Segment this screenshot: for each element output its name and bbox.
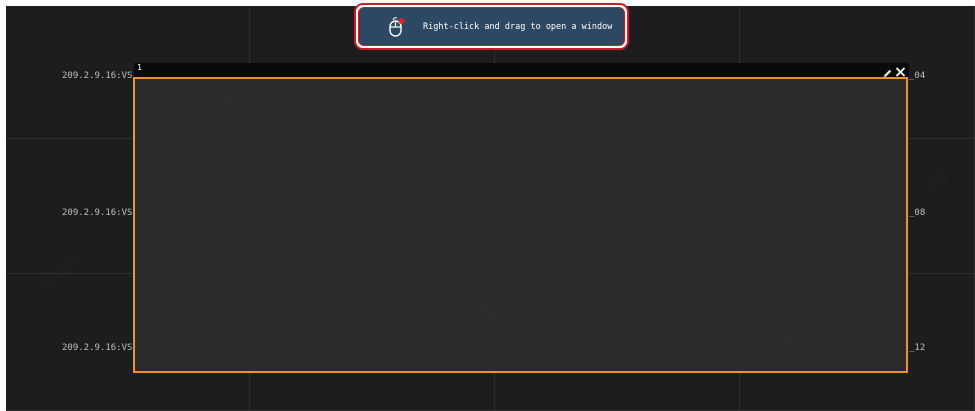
window-title-bar[interactable]: 1 (134, 63, 909, 78)
drag-hint-text: Right-click and drag to open a window (423, 21, 613, 32)
window-number: 1 (137, 63, 142, 72)
pencil-icon[interactable] (882, 64, 893, 78)
watermark: ░░░░░░░ (756, 327, 795, 363)
drag-hint-tooltip: Right-click and drag to open a window (354, 3, 629, 50)
watermark: ░░░░░░░ (696, 137, 735, 173)
drag-hint-body: Right-click and drag to open a window (358, 7, 625, 46)
mouse-right-click-icon (387, 16, 407, 38)
watermark: ░░░░░░░ (466, 297, 505, 333)
watermark: ░░░░░░░ (196, 87, 235, 123)
video-window[interactable]: ░░░░░░░ ░░░░░░░ ░░░░░░░ ░░░░░░░ ░░░░░░░ (133, 77, 908, 373)
cell-source-label: 209.2.9.16:VS (62, 208, 133, 218)
cell-index-label: _08 (909, 208, 926, 218)
close-icon[interactable] (895, 63, 906, 77)
watermark: ░░░░░░░ (436, 107, 475, 143)
cell-index-label: _12 (909, 343, 926, 353)
cell-index-label: _04 (909, 71, 926, 81)
cell-source-label: 209.2.9.16:VS (62, 343, 133, 353)
cell-source-label: 209.2.9.16:VS (62, 71, 133, 81)
